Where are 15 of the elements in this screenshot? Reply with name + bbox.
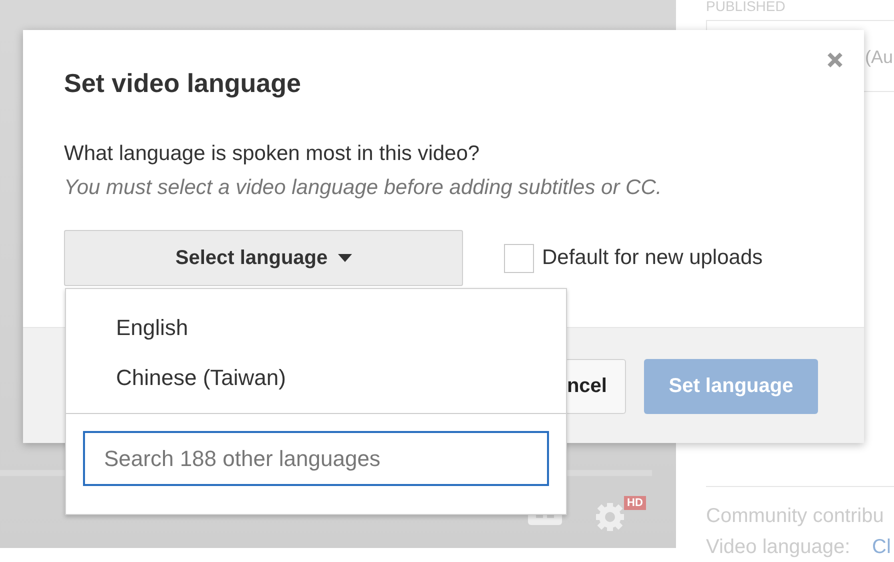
menu-item[interactable]: English bbox=[66, 303, 566, 353]
hd-badge: HD bbox=[624, 496, 646, 510]
search-field[interactable]: Search 188 other languages bbox=[83, 431, 549, 486]
question-text: What language is spoken most in this video? bbox=[64, 141, 481, 167]
gear-icon[interactable] bbox=[596, 503, 624, 531]
hint-text: You must select a video language before adding subtitles or CC. bbox=[64, 175, 663, 201]
dialog-title: Set video language bbox=[64, 68, 302, 99]
menu-item[interactable]: Chinese (Taiwan) bbox=[66, 353, 566, 403]
caret-icon bbox=[338, 254, 352, 262]
cancel-button[interactable]: ncel bbox=[564, 359, 626, 414]
close-icon[interactable] bbox=[826, 51, 844, 69]
field-text: (Au bbox=[865, 47, 894, 68]
checkbox[interactable] bbox=[504, 244, 534, 272]
language-select[interactable]: Select language bbox=[64, 230, 463, 286]
checkbox-label: Default for new uploads bbox=[542, 246, 763, 270]
